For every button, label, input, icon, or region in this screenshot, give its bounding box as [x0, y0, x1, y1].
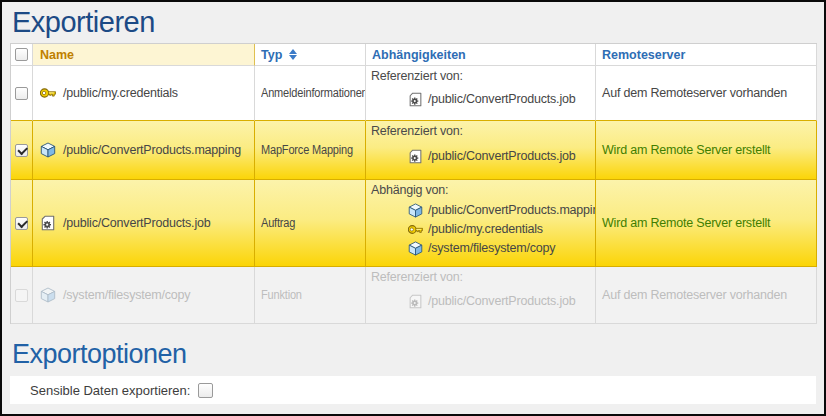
table-row: /public/ConvertProducts.mapping MapForce… — [11, 121, 817, 180]
select-all-cell — [11, 44, 33, 66]
object-type: Anmeldeinformationen — [261, 86, 366, 100]
sensitive-data-label: Sensible Daten exportieren: — [30, 383, 190, 398]
table-row: /system/filesystem/copy Funktion Referen… — [11, 267, 817, 324]
cube-icon — [40, 142, 56, 158]
row-checkbox[interactable] — [15, 217, 28, 230]
row-checkbox[interactable] — [15, 289, 28, 302]
dependency-item: /public/ConvertProducts.mapping — [408, 201, 595, 220]
object-path: /public/ConvertProducts.job — [63, 216, 210, 230]
remote-status: Wird am Remote Server erstellt — [602, 143, 770, 157]
dependency-label: Abhängig von: — [371, 183, 595, 197]
name-cell: /public/ConvertProducts.job — [33, 180, 255, 267]
cube-icon — [408, 241, 423, 256]
dependency-list: /public/ConvertProducts.job — [408, 138, 595, 179]
dependency-item: /public/my.credentials — [408, 220, 595, 239]
row-checkbox-cell — [11, 121, 33, 180]
column-header-remoteserver[interactable]: Remoteserver — [596, 44, 817, 66]
table-header-row: Name Typ Abhängigkeiten Remoteserver — [11, 44, 817, 66]
object-type: MapForce Mapping — [261, 143, 353, 157]
name-cell: /public/ConvertProducts.mapping — [33, 121, 255, 180]
dependency-path: /public/ConvertProducts.job — [428, 92, 575, 106]
dependency-path: /public/ConvertProducts.job — [428, 149, 575, 163]
dependency-label: Referenziert von: — [371, 69, 595, 83]
name-cell: /public/my.credentials — [33, 66, 255, 121]
key-icon — [40, 85, 56, 101]
remote-status-cell: Auf dem Remoteserver vorhanden — [596, 267, 817, 324]
remote-status: Wird am Remote Server erstellt — [602, 216, 770, 230]
key-icon — [408, 222, 423, 237]
type-cell: Anmeldeinformationen — [255, 66, 366, 121]
dependency-path: /system/filesystem/copy — [428, 241, 555, 255]
row-checkbox[interactable] — [15, 144, 28, 157]
remote-status-cell: Wird am Remote Server erstellt — [596, 180, 817, 267]
dependencies-cell: Referenziert von: /public/ConvertProduct… — [366, 267, 596, 324]
dependencies-cell: Referenziert von: /public/ConvertProduct… — [366, 121, 596, 180]
remote-status-cell: Auf dem Remoteserver vorhanden — [596, 66, 817, 121]
object-path: /public/my.credentials — [63, 86, 178, 100]
dependency-label: Referenziert von: — [371, 124, 595, 138]
remote-status: Auf dem Remoteserver vorhanden — [602, 86, 787, 100]
cube-icon — [40, 287, 56, 303]
dependency-path: /public/my.credentials — [428, 222, 543, 236]
row-checkbox-cell — [11, 180, 33, 267]
remote-status: Auf dem Remoteserver vorhanden — [602, 288, 787, 302]
column-header-dependencies[interactable]: Abhängigkeiten — [366, 44, 596, 66]
object-type: Funktion — [261, 288, 302, 302]
table-row: /public/ConvertProducts.job Auftrag Abhä… — [11, 180, 817, 267]
object-type: Auftrag — [261, 216, 295, 230]
dependency-label: Referenziert von: — [371, 270, 595, 284]
column-header-typ[interactable]: Typ — [255, 44, 366, 66]
dependency-list: /public/ConvertProducts.job — [408, 284, 595, 323]
type-cell: Auftrag — [255, 180, 366, 267]
page-title: Exportieren — [2, 2, 824, 42]
object-path: /public/ConvertProducts.mapping — [63, 143, 241, 157]
job-icon — [408, 149, 423, 164]
dependency-item: /public/ConvertProducts.job — [408, 147, 595, 166]
object-path: /system/filesystem/copy — [63, 288, 190, 302]
row-checkbox-cell — [11, 66, 33, 121]
dependency-list: /public/ConvertProducts.job — [408, 83, 595, 120]
table-row: /public/my.credentials Anmeldeinformatio… — [11, 66, 817, 121]
export-table: Name Typ Abhängigkeiten Remoteserver /pu… — [10, 43, 817, 324]
sort-icon[interactable] — [289, 49, 297, 60]
dependency-path: /public/ConvertProducts.job — [428, 294, 575, 308]
export-options-title: Exportoptionen — [12, 340, 824, 368]
job-icon — [408, 92, 423, 107]
dependency-list: /public/ConvertProducts.mapping /public/… — [408, 197, 595, 266]
name-cell: /system/filesystem/copy — [33, 267, 255, 324]
row-checkbox[interactable] — [15, 87, 28, 100]
row-checkbox-cell — [11, 267, 33, 324]
dependency-path: /public/ConvertProducts.mapping — [428, 203, 596, 217]
type-cell: MapForce Mapping — [255, 121, 366, 180]
remote-status-cell: Wird am Remote Server erstellt — [596, 121, 817, 180]
dependencies-cell: Abhängig von: /public/ConvertProducts.ma… — [366, 180, 596, 267]
job-icon — [40, 215, 56, 231]
job-icon — [408, 294, 423, 309]
sensitive-data-option-row: Sensible Daten exportieren: — [10, 376, 816, 404]
dependency-item: /public/ConvertProducts.job — [408, 90, 595, 109]
cube-icon — [408, 203, 423, 218]
dependency-item: /system/filesystem/copy — [408, 239, 595, 258]
type-cell: Funktion — [255, 267, 366, 324]
dependencies-cell: Referenziert von: /public/ConvertProduct… — [366, 66, 596, 121]
select-all-checkbox[interactable] — [15, 48, 28, 61]
dependency-item: /public/ConvertProducts.job — [408, 292, 595, 311]
column-header-name[interactable]: Name — [33, 44, 255, 66]
sensitive-data-checkbox[interactable] — [198, 383, 213, 398]
